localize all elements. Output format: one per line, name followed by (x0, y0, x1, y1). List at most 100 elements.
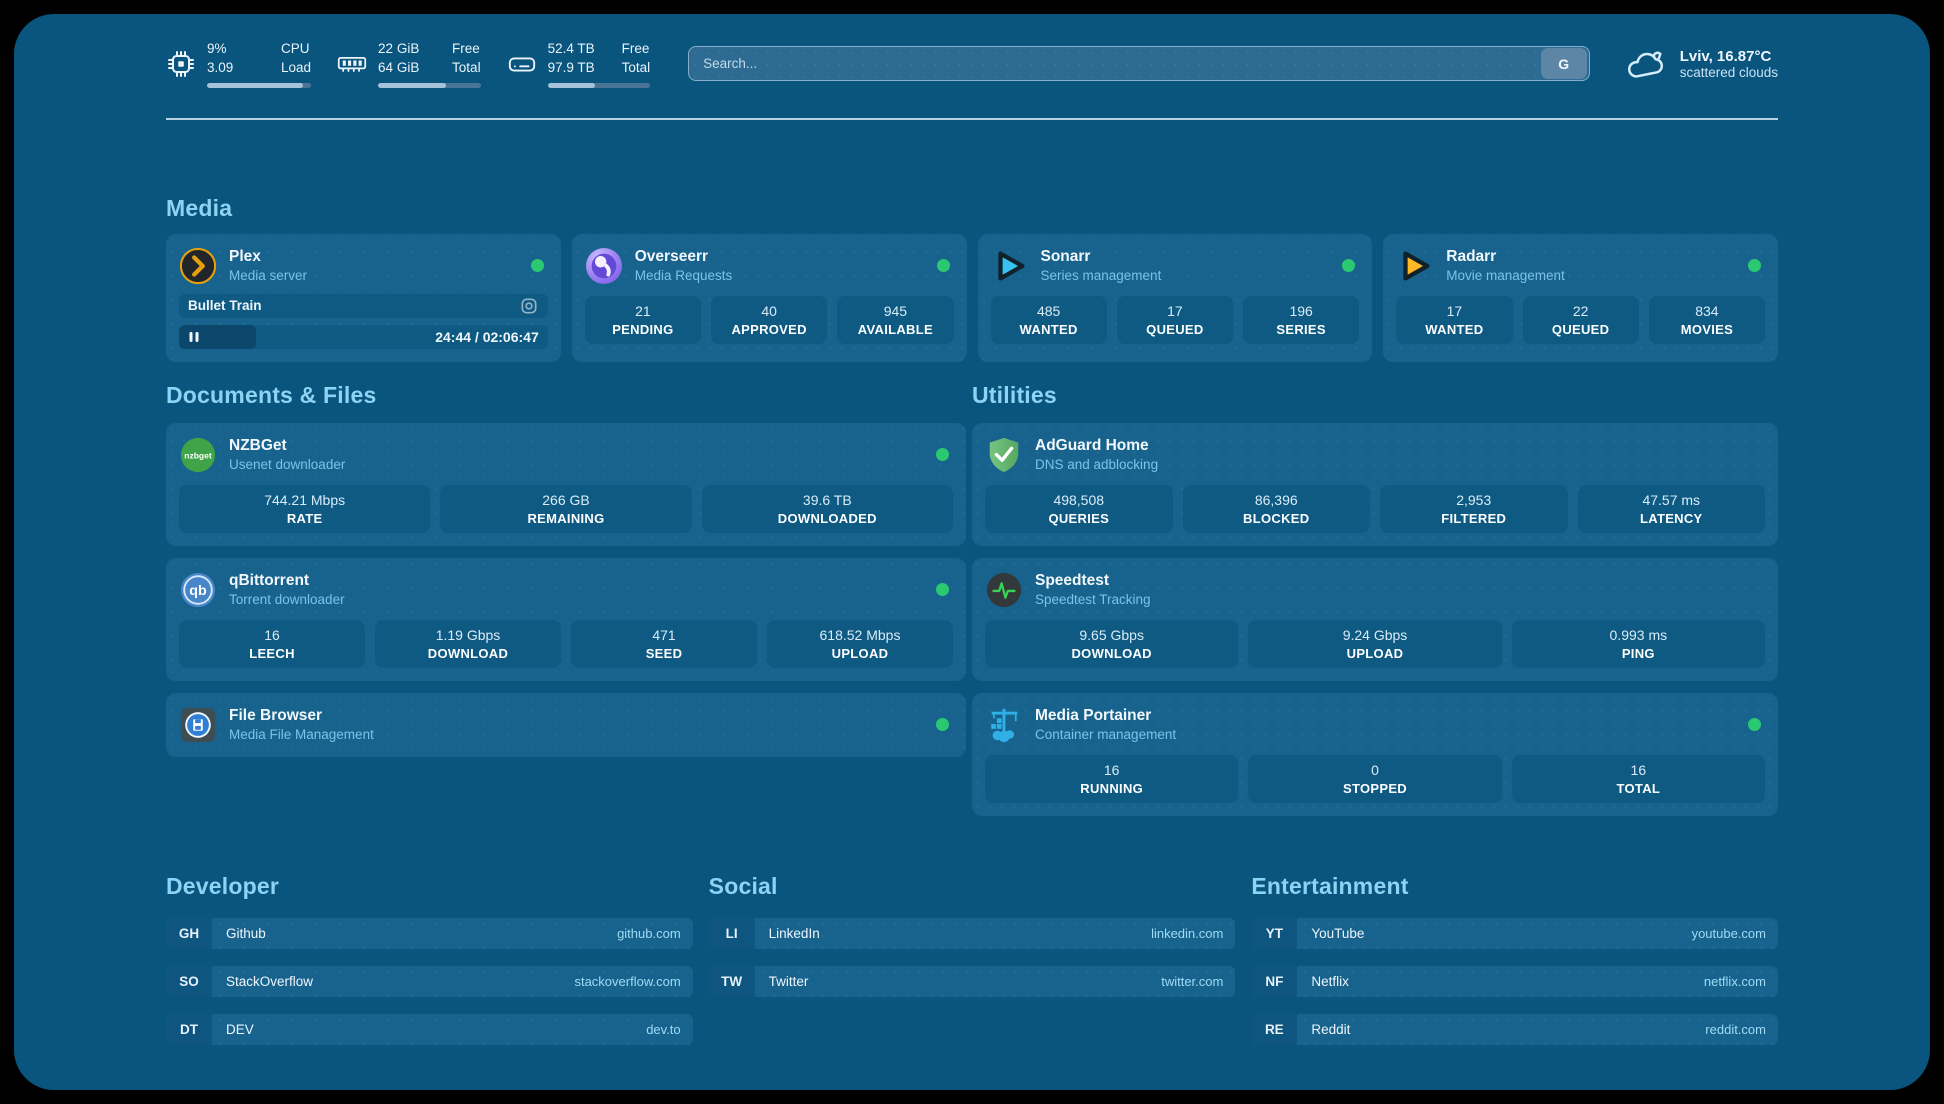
app-subtitle: DNS and adblocking (1035, 457, 1158, 472)
stat-tile: 498,508QUERIES (985, 485, 1173, 533)
disk-total-value: 97.9 TB (548, 59, 598, 78)
ram-total-label: Total (452, 59, 481, 78)
link-url: github.com (617, 918, 693, 949)
app-name: Plex (229, 248, 307, 266)
playback-time: 24:44 / 02:06:47 (435, 329, 548, 345)
adguard-card[interactable]: AdGuard Home DNS and adblocking 498,508Q… (972, 423, 1778, 546)
link-row-linkedin[interactable]: LI LinkedIn linkedin.com (709, 918, 1236, 949)
ram-free-value: 22 GiB (378, 40, 428, 59)
stat-tile: 17QUEUED (1117, 296, 1233, 344)
link-url: reddit.com (1705, 1014, 1778, 1045)
stat-tile: 834MOVIES (1649, 296, 1765, 344)
link-abbr: DT (166, 1014, 212, 1045)
link-url: youtube.com (1692, 918, 1778, 949)
disk-icon (507, 49, 537, 79)
ram-metric: 22 GiB 64 GiB Free Total (337, 40, 481, 88)
weather-widget: Lviv, 16.87°C scattered clouds (1624, 47, 1778, 81)
link-url: dev.to (646, 1014, 692, 1045)
stat-tile: 86,396BLOCKED (1183, 485, 1371, 533)
disk-metric: 52.4 TB 97.9 TB Free Total (507, 40, 651, 88)
link-row-github[interactable]: GH Github github.com (166, 918, 693, 949)
radarr-card[interactable]: Radarr Movie management 17WANTED 22QUEUE… (1383, 234, 1778, 362)
status-online-dot (936, 583, 949, 596)
app-subtitle: Torrent downloader (229, 592, 345, 607)
app-subtitle: Usenet downloader (229, 457, 345, 472)
app-name: File Browser (229, 707, 374, 725)
link-label: YouTube (1297, 918, 1364, 949)
status-online-dot (1748, 718, 1761, 731)
svg-text:qb: qb (189, 583, 207, 599)
search-bar: G (688, 46, 1590, 81)
stat-tile: 2,953FILTERED (1380, 485, 1568, 533)
link-row-reddit[interactable]: RE Reddit reddit.com (1251, 1014, 1778, 1045)
stat-tile: 0STOPPED (1248, 755, 1501, 803)
developer-links-section: Developer GH Github github.com SO StackO… (166, 873, 693, 1045)
status-online-dot (936, 718, 949, 731)
pause-icon[interactable] (188, 331, 200, 343)
link-label: StackOverflow (212, 966, 313, 997)
stat-tile: 16TOTAL (1512, 755, 1765, 803)
svg-text:nzbget: nzbget (184, 450, 212, 460)
search-engine-button[interactable]: G (1541, 48, 1587, 79)
link-row-dev[interactable]: DT DEV dev.to (166, 1014, 693, 1045)
sonarr-icon (991, 247, 1029, 285)
section-title-utilities: Utilities (972, 382, 1778, 409)
link-url: stackoverflow.com (574, 966, 692, 997)
cloud-icon (1624, 47, 1668, 81)
stat-tile: 744.21 MbpsRATE (179, 485, 430, 533)
cpu-progress-bar (207, 83, 311, 88)
link-url: twitter.com (1161, 966, 1235, 997)
nzbget-card[interactable]: nzbget NZBGet Usenet downloader 744.21 M… (166, 423, 966, 546)
section-title-entertainment: Entertainment (1251, 873, 1778, 900)
dashboard-panel: 9% 3.09 CPU Load (14, 14, 1930, 1090)
link-url: linkedin.com (1151, 918, 1235, 949)
weather-condition: scattered clouds (1680, 65, 1778, 80)
stat-tile: 16RUNNING (985, 755, 1238, 803)
link-row-twitter[interactable]: TW Twitter twitter.com (709, 966, 1236, 997)
status-online-dot (937, 259, 950, 272)
link-row-stackoverflow[interactable]: SO StackOverflow stackoverflow.com (166, 966, 693, 997)
link-abbr: YT (1251, 918, 1297, 949)
link-row-youtube[interactable]: YT YouTube youtube.com (1251, 918, 1778, 949)
media-card-grid: Plex Media server Bullet Train (166, 234, 1778, 362)
app-name: Radarr (1446, 248, 1565, 266)
ram-progress-bar (378, 83, 481, 88)
link-label: Reddit (1297, 1014, 1350, 1045)
weather-location-temp: Lviv, 16.87°C (1680, 48, 1778, 65)
playback-progress-row[interactable]: 24:44 / 02:06:47 (179, 325, 548, 349)
qbittorrent-icon: qb (179, 571, 217, 609)
app-subtitle: Container management (1035, 727, 1176, 742)
stat-tile: 196SERIES (1243, 296, 1359, 344)
search-input[interactable] (689, 56, 1541, 71)
link-row-netflix[interactable]: NF Netflix netflix.com (1251, 966, 1778, 997)
stat-tile: 485WANTED (991, 296, 1107, 344)
status-online-dot (1342, 259, 1355, 272)
stat-tile: 0.993 msPING (1512, 620, 1765, 668)
documents-column: Documents & Files nzbget NZBGet Usenet d… (166, 382, 966, 816)
stat-tile: 1.19 GbpsDOWNLOAD (375, 620, 561, 668)
filebrowser-card[interactable]: File Browser Media File Management (166, 693, 966, 757)
portainer-card[interactable]: Media Portainer Container management 16R… (972, 693, 1778, 816)
app-name: qBittorrent (229, 572, 345, 590)
plex-card[interactable]: Plex Media server Bullet Train (166, 234, 561, 362)
section-title-social: Social (709, 873, 1236, 900)
now-playing-title: Bullet Train (188, 298, 262, 313)
link-abbr: LI (709, 918, 755, 949)
overseerr-icon (585, 247, 623, 285)
sonarr-card[interactable]: Sonarr Series management 485WANTED 17QUE… (978, 234, 1373, 362)
cpu-metric: 9% 3.09 CPU Load (166, 40, 311, 88)
stat-tile: 17WANTED (1396, 296, 1512, 344)
speedtest-card[interactable]: Speedtest Speedtest Tracking 9.65 GbpsDO… (972, 558, 1778, 681)
cast-icon (519, 296, 539, 316)
link-abbr: NF (1251, 966, 1297, 997)
link-abbr: GH (166, 918, 212, 949)
stat-tile: 21PENDING (585, 296, 701, 344)
stat-tile: 266 GBREMAINING (440, 485, 691, 533)
now-playing-row: Bullet Train (179, 294, 548, 318)
header: 9% 3.09 CPU Load (166, 40, 1778, 88)
cpu-icon (166, 49, 196, 79)
qbittorrent-card[interactable]: qb qBittorrent Torrent downloader 16LEEC… (166, 558, 966, 681)
link-label: Netflix (1297, 966, 1349, 997)
overseerr-card[interactable]: Overseerr Media Requests 21PENDING 40APP… (572, 234, 967, 362)
link-abbr: TW (709, 966, 755, 997)
